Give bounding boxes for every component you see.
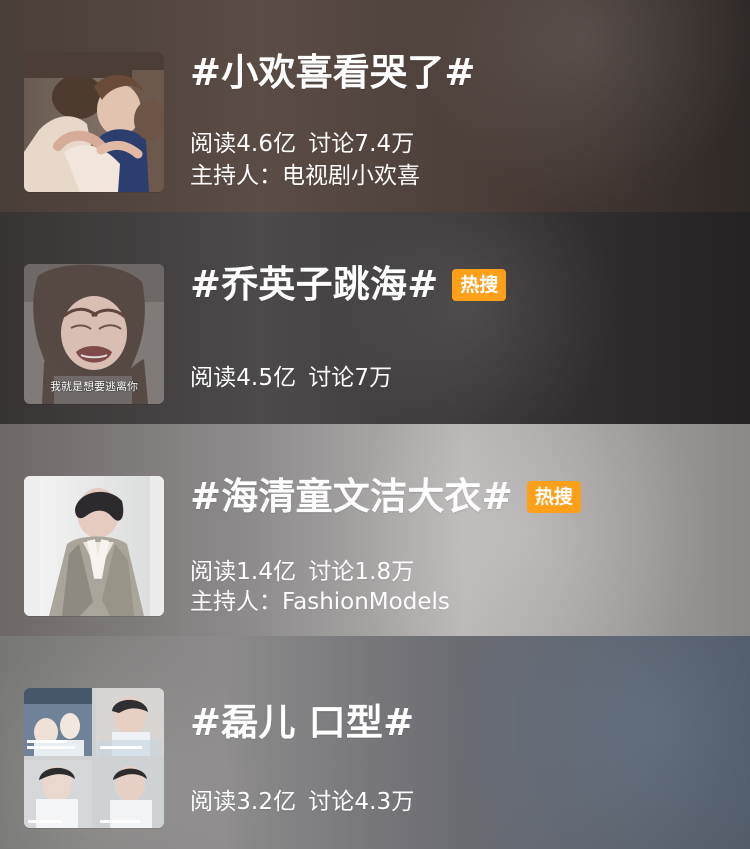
discussion-count: 讨论1.8万 bbox=[308, 559, 415, 585]
topic-title[interactable]: #小欢喜看哭了# bbox=[190, 46, 476, 100]
topic-title[interactable]: #磊儿 口型# bbox=[190, 696, 414, 750]
read-count: 阅读1.4亿 bbox=[190, 559, 297, 585]
discussion-count: 讨论7.4万 bbox=[308, 131, 415, 157]
hot-badge: 热搜 bbox=[526, 481, 581, 513]
topic-title-row: #乔英子跳海# 热搜 bbox=[190, 258, 726, 312]
topic-card-qiaoyingzi[interactable]: 我就是想要逃离你 #乔英子跳海# 热搜 阅读4.5亿 讨论7万 bbox=[0, 212, 750, 424]
discussion-count: 讨论7万 bbox=[308, 365, 393, 391]
topic-title-row: #磊儿 口型# bbox=[190, 696, 726, 750]
topic-card-leier[interactable]: #磊儿 口型# 阅读3.2亿 讨论4.3万 bbox=[0, 636, 750, 849]
host-info: 主持人：电视剧小欢喜 bbox=[190, 163, 420, 189]
topic-card-haiqing[interactable]: #海清童文洁大衣# 热搜 阅读1.4亿 讨论1.8万 主持人：FashionMod… bbox=[0, 424, 750, 636]
read-count: 阅读4.6亿 bbox=[190, 131, 297, 157]
topic-stats: 阅读3.2亿 讨论4.3万 bbox=[190, 786, 414, 818]
hot-badge: 热搜 bbox=[452, 269, 507, 301]
thumbnail-caption: 我就是想要逃离你 bbox=[50, 379, 138, 393]
crying-face-thumbnail-icon[interactable]: 我就是想要逃离你 bbox=[24, 264, 164, 404]
read-count: 阅读3.2亿 bbox=[190, 789, 297, 815]
topic-card-xiaohuanxi[interactable]: #小欢喜看哭了# 阅读4.6亿 讨论7.4万 主持人：电视剧小欢喜 bbox=[0, 0, 750, 212]
topic-title-row: #小欢喜看哭了# bbox=[190, 46, 726, 100]
topic-stats: 阅读4.6亿 讨论7.4万 bbox=[190, 128, 414, 160]
coat-portrait-thumbnail-icon[interactable] bbox=[24, 476, 164, 616]
discussion-count: 讨论4.3万 bbox=[308, 789, 415, 815]
read-count: 阅读4.5亿 bbox=[190, 365, 297, 391]
host-info: 主持人：FashionModels bbox=[190, 589, 450, 615]
topic-list: #小欢喜看哭了# 阅读4.6亿 讨论7.4万 主持人：电视剧小欢喜 我就是想要逃… bbox=[0, 0, 750, 849]
topic-title[interactable]: #乔英子跳海# bbox=[190, 258, 438, 312]
topic-stats: 阅读4.5亿 讨论7万 bbox=[190, 362, 392, 394]
topic-title-row: #海清童文洁大衣# 热搜 bbox=[190, 470, 726, 524]
topic-stats: 阅读1.4亿 讨论1.8万 bbox=[190, 556, 414, 588]
topic-title[interactable]: #海清童文洁大衣# bbox=[190, 470, 513, 524]
classroom-collage-thumbnail-icon[interactable] bbox=[24, 688, 164, 828]
drama-hug-thumbnail-icon[interactable] bbox=[24, 52, 164, 192]
